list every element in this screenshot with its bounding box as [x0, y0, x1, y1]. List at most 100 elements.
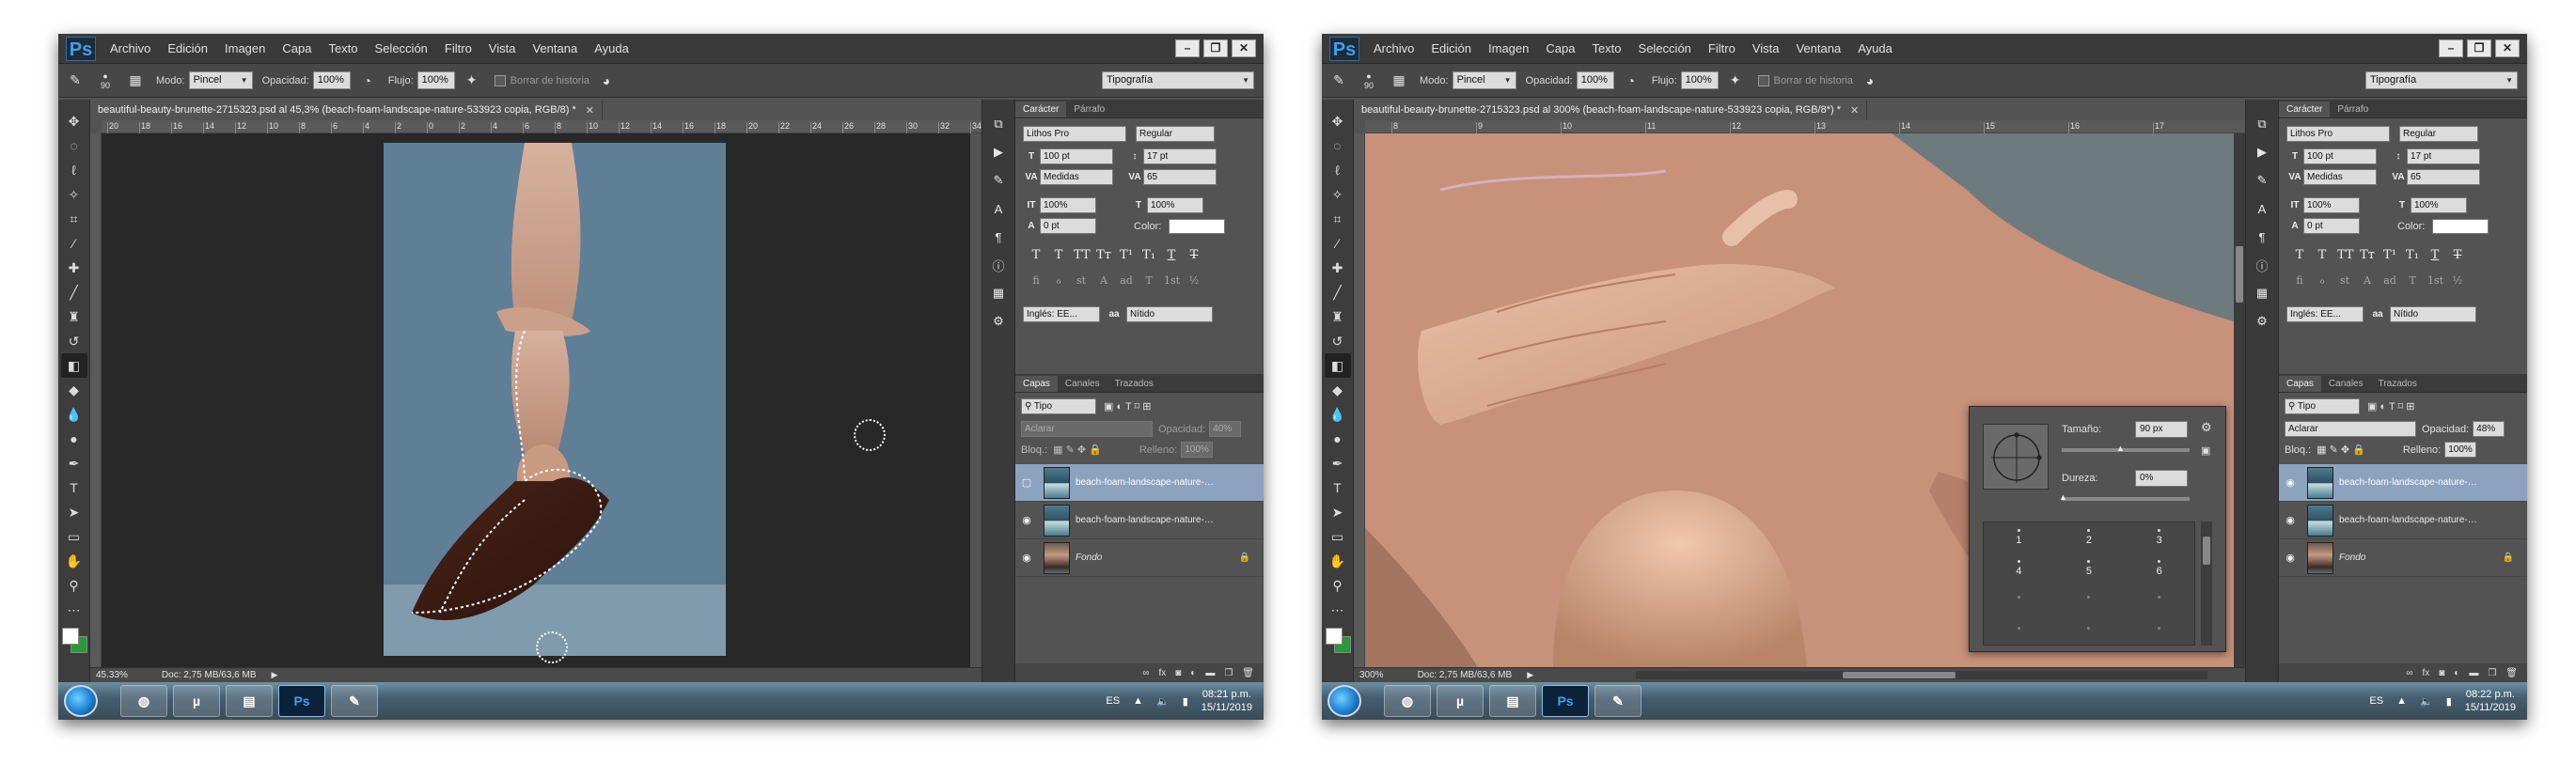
- brush-preset[interactable]: 3: [2124, 522, 2194, 553]
- more-tools-icon[interactable]: ⋯: [1325, 598, 1351, 622]
- opentype-swash[interactable]: A: [1096, 274, 1111, 287]
- rectangle-tool-icon[interactable]: ▭: [1325, 524, 1351, 549]
- layer-row[interactable]: ◉ beach-foam-landscape-nature-533...: [1015, 502, 1264, 539]
- opentype-titling[interactable]: T: [1141, 274, 1156, 287]
- close-button[interactable]: ✕: [1232, 39, 1256, 57]
- menu-ayuda[interactable]: Ayuda: [1849, 41, 1901, 55]
- link-icon[interactable]: ∞: [1142, 668, 1149, 678]
- status-menu-icon[interactable]: ▶: [272, 670, 278, 680]
- taskbar-app-chrome[interactable]: ◍: [120, 685, 167, 717]
- menu-filtro[interactable]: Filtro: [1700, 41, 1744, 55]
- brush-size-picker[interactable]: ● 90: [92, 67, 118, 95]
- brush-tool-icon[interactable]: ╱: [61, 280, 87, 304]
- blur-tool-icon[interactable]: 💧: [61, 402, 87, 427]
- foreground-color[interactable]: [61, 628, 79, 645]
- eye-icon[interactable]: ◉: [2279, 514, 2301, 526]
- layer-row[interactable]: ◉ Fondo 🔒: [2279, 539, 2527, 577]
- history-panel-icon[interactable]: ⧉: [2251, 113, 2273, 135]
- gear-icon[interactable]: ⚙: [2201, 420, 2212, 435]
- info-panel-icon[interactable]: ⓘ: [2251, 254, 2273, 276]
- opentype-discretionary[interactable]: st: [1074, 274, 1089, 287]
- glyph-strikethrough[interactable]: T: [2450, 248, 2465, 262]
- tab-caracter[interactable]: Carácter: [2279, 101, 2331, 117]
- tab-trazados[interactable]: Trazados: [1107, 376, 1161, 392]
- network-icon[interactable]: ▮: [1183, 695, 1188, 708]
- healing-brush-icon[interactable]: ✚: [61, 256, 87, 280]
- pressure-opacity-icon[interactable]: ◔: [1620, 70, 1642, 91]
- start-button[interactable]: [1327, 685, 1361, 717]
- glyph-underline[interactable]: T: [1164, 248, 1179, 262]
- brush-presets-icon[interactable]: ✎: [2251, 169, 2273, 192]
- brush-preset[interactable]: [2054, 615, 2125, 646]
- brush-preset[interactable]: 6: [2124, 553, 2194, 584]
- opentype-stylistic[interactable]: ad: [2382, 274, 2397, 287]
- menu-archivo[interactable]: Archivo: [1365, 41, 1422, 55]
- airbrush-icon[interactable]: ✦: [1724, 70, 1747, 91]
- menu-vista[interactable]: Vista: [480, 41, 525, 55]
- layer-filter-select[interactable]: ⚲ Tipo: [1021, 398, 1096, 414]
- baseline-shift-field[interactable]: 0 pt: [1040, 218, 1096, 234]
- erase-history-checkbox[interactable]: [1757, 74, 1769, 86]
- tracking-field[interactable]: 65: [2407, 169, 2480, 185]
- blend-mode-select[interactable]: Aclarar: [2285, 421, 2416, 437]
- opentype-fraction[interactable]: ½: [2450, 274, 2465, 287]
- brush-panel-icon[interactable]: ▦: [1388, 70, 1410, 91]
- move-tool-icon[interactable]: ✥: [61, 109, 87, 133]
- hand-tool-icon[interactable]: ✋: [61, 549, 87, 573]
- close-button[interactable]: ✕: [2495, 39, 2520, 57]
- mode-select[interactable]: Pincel ▼: [1452, 71, 1516, 89]
- menu-edicion[interactable]: Edición: [1422, 41, 1480, 55]
- zoom-level[interactable]: 300%: [1359, 670, 1384, 680]
- taskbar-app-explorer[interactable]: ▤: [226, 685, 273, 717]
- tab-canales[interactable]: Canales: [1058, 376, 1107, 392]
- swatches-panel-icon[interactable]: ▦: [987, 282, 1010, 304]
- horizontal-scale-field[interactable]: 100%: [1147, 197, 1203, 213]
- brush-hardness-field[interactable]: 0%: [2135, 470, 2188, 487]
- menu-edicion[interactable]: Edición: [159, 41, 216, 55]
- minimize-button[interactable]: –: [1175, 39, 1200, 57]
- taskbar-app-photoshop[interactable]: Ps: [1542, 685, 1589, 717]
- glyph-subscript[interactable]: T₁: [1141, 248, 1156, 262]
- horizontal-scrollbar[interactable]: [1636, 671, 2207, 679]
- properties-panel-icon[interactable]: ⚙: [2251, 310, 2273, 333]
- tab-capas[interactable]: Capas: [1015, 376, 1058, 392]
- start-button[interactable]: [64, 685, 98, 717]
- marquee-tool-icon[interactable]: ◌: [61, 133, 87, 158]
- path-selection-icon[interactable]: ➤: [1325, 500, 1351, 524]
- taskbar-app-utorrent[interactable]: µ: [173, 685, 220, 717]
- crop-tool-icon[interactable]: ⌗: [1325, 207, 1351, 231]
- opacity-field[interactable]: 100%: [312, 71, 351, 89]
- history-brush-icon[interactable]: ↺: [61, 329, 87, 353]
- trash-icon[interactable]: 🗑: [1242, 668, 1254, 678]
- opentype-ordinal[interactable]: 1st: [2427, 274, 2443, 287]
- brush-preset[interactable]: 2: [2054, 522, 2125, 553]
- font-size-field[interactable]: 100 pt: [2303, 148, 2377, 164]
- leading-field[interactable]: 17 pt: [2407, 148, 2480, 164]
- mask-icon[interactable]: ◙: [1175, 668, 1181, 678]
- slider-knob-icon[interactable]: ▲: [2116, 444, 2125, 453]
- network-icon[interactable]: ▮: [2446, 695, 2452, 708]
- workspace-select[interactable]: Tipografía ▼: [1102, 71, 1254, 89]
- mask-icon[interactable]: ◙: [2439, 668, 2444, 678]
- paragraph-panel-icon[interactable]: ¶: [987, 226, 1010, 248]
- eye-icon[interactable]: ◉: [1015, 514, 1038, 526]
- menu-archivo[interactable]: Archivo: [102, 41, 159, 55]
- actions-panel-icon[interactable]: ▶: [2251, 141, 2273, 164]
- fx-icon[interactable]: fx: [2422, 668, 2429, 678]
- tracking-field[interactable]: 65: [1143, 169, 1217, 185]
- dodge-tool-icon[interactable]: ●: [1325, 427, 1351, 451]
- flow-field[interactable]: 100%: [1680, 71, 1719, 89]
- adjustment-icon[interactable]: ◐: [2454, 668, 2459, 678]
- vertical-scroll-thumb[interactable]: [2236, 246, 2243, 303]
- document-tab[interactable]: beautiful-beauty-brunette-2715323.psd al…: [1354, 100, 1868, 120]
- opacity-field[interactable]: 100%: [1576, 71, 1614, 89]
- brush-size-slider[interactable]: ▲: [2062, 444, 2190, 453]
- glyph-strikethrough[interactable]: T: [1186, 248, 1202, 262]
- visibility-off-icon[interactable]: ▢: [1015, 476, 1038, 489]
- blur-tool-icon[interactable]: 💧: [1325, 402, 1351, 427]
- text-color-swatch[interactable]: [2432, 218, 2490, 234]
- opentype-ligature[interactable]: ﬁ: [2292, 274, 2307, 287]
- volume-icon[interactable]: 🔈: [2420, 695, 2433, 708]
- language-indicator[interactable]: ES: [1106, 695, 1120, 707]
- move-tool-icon[interactable]: ✥: [1325, 109, 1351, 133]
